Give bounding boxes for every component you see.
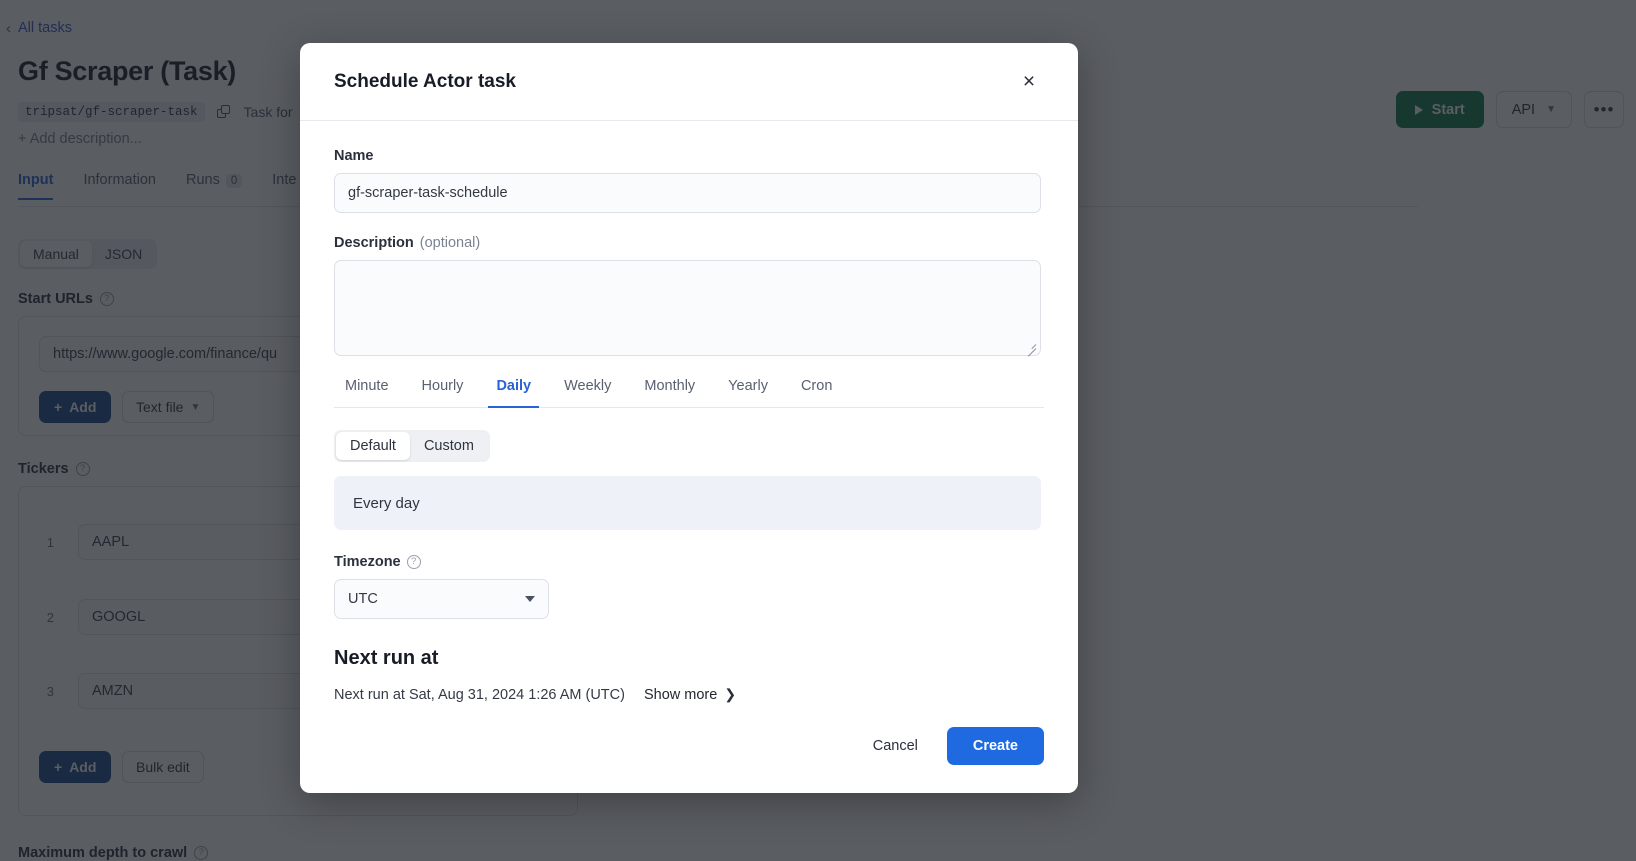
create-button[interactable]: Create [946, 727, 1044, 765]
help-icon[interactable]: ? [406, 555, 421, 569]
frequency-tabs: Minute Hourly Daily Weekly Monthly Yearl… [334, 378, 1044, 408]
schedule-mode-default[interactable]: Default [336, 432, 410, 460]
schedule-description-textarea[interactable] [334, 260, 1041, 356]
next-run-heading: Next run at [334, 647, 439, 669]
frequency-tab-weekly[interactable]: Weekly [564, 378, 611, 407]
modal-title: Schedule Actor task [334, 70, 516, 92]
schedule-mode-toggle: Default Custom [334, 430, 490, 462]
show-more-button[interactable]: Show more ❯ [644, 686, 736, 703]
chevron-down-icon [525, 596, 535, 602]
next-run-text: Next run at Sat, Aug 31, 2024 1:26 AM (U… [334, 686, 625, 703]
schedule-actor-task-modal: Schedule Actor task × Name Description (… [300, 43, 1078, 793]
frequency-tab-yearly[interactable]: Yearly [728, 378, 768, 407]
modal-body: Name Description (optional) Minute Hourl… [300, 121, 1078, 705]
next-run-row: Next run at Sat, Aug 31, 2024 1:26 AM (U… [334, 686, 1044, 703]
name-label: Name [334, 148, 374, 164]
description-optional-hint: (optional) [419, 235, 481, 251]
frequency-tab-minute[interactable]: Minute [345, 378, 389, 407]
description-label: Description (optional) [334, 235, 481, 251]
timezone-select[interactable]: UTC [334, 579, 549, 619]
description-wrapper [334, 260, 1041, 357]
modal-footer: Cancel Create [300, 727, 1078, 793]
timezone-label: Timezone ? [334, 554, 1044, 570]
close-icon[interactable]: × [1014, 67, 1044, 97]
frequency-tab-monthly[interactable]: Monthly [644, 378, 695, 407]
frequency-tab-cron[interactable]: Cron [801, 378, 832, 407]
frequency-tab-hourly[interactable]: Hourly [422, 378, 464, 407]
timezone-value: UTC [348, 591, 378, 607]
frequency-tab-daily[interactable]: Daily [488, 378, 539, 408]
schedule-summary: Every day [334, 476, 1041, 530]
schedule-mode-custom[interactable]: Custom [410, 432, 488, 460]
cancel-button[interactable]: Cancel [869, 729, 922, 763]
chevron-right-icon: ❯ [724, 686, 737, 702]
schedule-name-input[interactable] [334, 173, 1041, 213]
modal-header: Schedule Actor task × [300, 43, 1078, 121]
